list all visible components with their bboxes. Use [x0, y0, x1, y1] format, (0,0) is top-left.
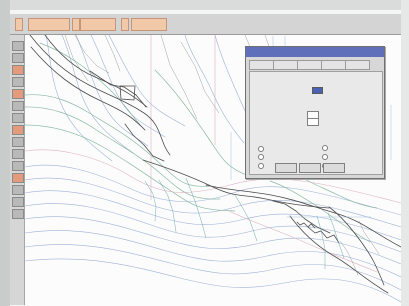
tab-properties-2[interactable]	[273, 60, 298, 70]
toolbar-button[interactable]	[80, 18, 116, 31]
radio-button-icon[interactable]	[258, 146, 264, 152]
tool-palette-icon[interactable]	[12, 137, 24, 147]
color-swatch[interactable]	[312, 87, 323, 94]
tool-palette-icon[interactable]	[12, 209, 24, 219]
radio-button-icon[interactable]	[258, 154, 264, 160]
radio-button-icon[interactable]	[322, 145, 328, 151]
tool-palette-icon[interactable]	[12, 161, 24, 171]
tool-palette-icon[interactable]	[12, 185, 24, 195]
numeric-input[interactable]	[307, 118, 319, 126]
tool-palette-icon[interactable]	[12, 101, 24, 111]
screen-bezel-left	[0, 0, 10, 306]
main-toolbar	[10, 14, 401, 35]
toolbar-button[interactable]	[28, 18, 70, 31]
dialog-button-1[interactable]	[275, 163, 297, 173]
tool-palette-icon[interactable]	[12, 173, 24, 183]
tool-palette-icon[interactable]	[12, 197, 24, 207]
tool-palette-icon[interactable]	[12, 41, 24, 51]
tab-properties-5[interactable]	[345, 60, 370, 70]
tab-properties-4[interactable]	[321, 60, 346, 70]
tool-palette-icon[interactable]	[12, 77, 24, 87]
dialog-button-2[interactable]	[299, 163, 321, 173]
tool-palette-icon[interactable]	[12, 149, 24, 159]
tool-palette-icon[interactable]	[12, 113, 24, 123]
dialog-button-3[interactable]	[323, 163, 345, 173]
tool-palette-icon[interactable]	[12, 125, 24, 135]
dialog-tabs	[249, 60, 381, 70]
tool-palette	[10, 35, 25, 305]
tab-properties-1[interactable]	[249, 60, 274, 70]
toolbar-button[interactable]	[15, 18, 23, 31]
orange-toolbar-icon[interactable]	[121, 18, 129, 31]
tool-palette-icon[interactable]	[12, 53, 24, 63]
properties-dialog	[245, 46, 385, 179]
toolbar-button[interactable]	[131, 18, 167, 31]
screen-bezel-top	[0, 0, 409, 10]
tab-properties-3[interactable]	[297, 60, 322, 70]
cad-screen	[0, 0, 409, 306]
radio-button-icon[interactable]	[258, 163, 264, 169]
dialog-title	[246, 47, 384, 57]
tool-palette-icon[interactable]	[12, 65, 24, 75]
radio-button-icon[interactable]	[322, 154, 328, 160]
dialog-content	[249, 71, 383, 175]
screen-bezel-right	[401, 0, 409, 306]
toolbar-button[interactable]	[72, 18, 80, 31]
tool-palette-icon[interactable]	[12, 89, 24, 99]
